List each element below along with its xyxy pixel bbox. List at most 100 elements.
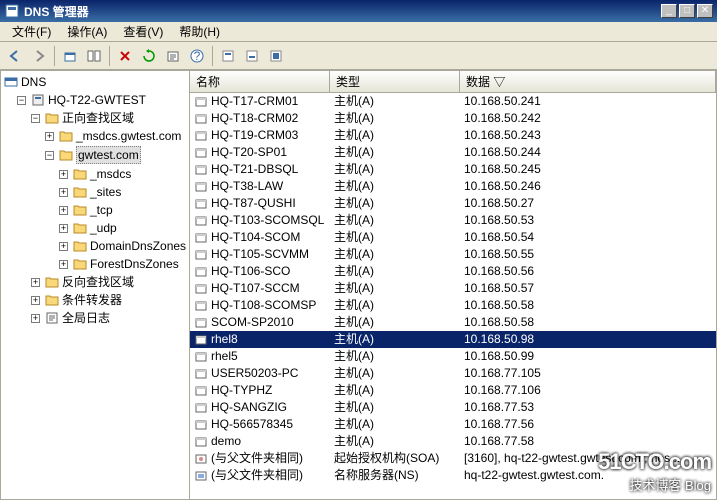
record-data: 10.168.50.53 bbox=[460, 212, 716, 229]
tree-pane[interactable]: DNS − HQ-T22-GWTEST bbox=[0, 70, 190, 500]
record-icon bbox=[194, 401, 208, 415]
expand-icon[interactable]: + bbox=[31, 296, 40, 305]
refresh-button[interactable] bbox=[138, 45, 160, 67]
record-row[interactable]: HQ-T108-SCOMSP主机(A)10.168.50.58 bbox=[190, 297, 716, 314]
tree-root-dns[interactable]: DNS bbox=[3, 73, 189, 91]
forward-button[interactable] bbox=[28, 45, 50, 67]
record-row[interactable]: HQ-T38-LAW主机(A)10.168.50.246 bbox=[190, 178, 716, 195]
record-type: 主机(A) bbox=[330, 263, 460, 280]
filter-button-3[interactable] bbox=[265, 45, 287, 67]
list-pane[interactable]: 名称 类型 数据 ▽ HQ-T17-CRM01主机(A)10.168.50.24… bbox=[190, 70, 717, 500]
maximize-button[interactable]: □ bbox=[679, 4, 695, 18]
filter-button-1[interactable] bbox=[217, 45, 239, 67]
record-row[interactable]: rhel5主机(A)10.168.50.99 bbox=[190, 348, 716, 365]
column-type[interactable]: 类型 bbox=[330, 71, 460, 92]
folder-icon bbox=[72, 202, 88, 218]
server-icon bbox=[30, 92, 46, 108]
collapse-icon[interactable]: − bbox=[31, 114, 40, 123]
record-row[interactable]: HQ-T106-SCO主机(A)10.168.50.56 bbox=[190, 263, 716, 280]
expand-icon[interactable]: + bbox=[59, 206, 68, 215]
record-data: 10.168.50.244 bbox=[460, 144, 716, 161]
record-type: 主机(A) bbox=[330, 161, 460, 178]
tree-sub-domainzones[interactable]: +DomainDnsZones bbox=[59, 237, 189, 255]
minimize-button[interactable]: _ bbox=[661, 4, 677, 18]
record-row[interactable]: HQ-T18-CRM02主机(A)10.168.50.242 bbox=[190, 110, 716, 127]
record-row[interactable]: HQ-T17-CRM01主机(A)10.168.50.241 bbox=[190, 93, 716, 110]
collapse-icon[interactable]: − bbox=[45, 151, 54, 160]
expand-icon[interactable]: + bbox=[31, 278, 40, 287]
record-data: 10.168.50.56 bbox=[460, 263, 716, 280]
tree-sub-msdcs[interactable]: +_msdcs bbox=[59, 165, 189, 183]
tree-forward-zones[interactable]: − 正向查找区域 bbox=[31, 109, 189, 127]
tree-sub-forestzones[interactable]: +ForestDnsZones bbox=[59, 255, 189, 273]
record-row[interactable]: HQ-T21-DBSQL主机(A)10.168.50.245 bbox=[190, 161, 716, 178]
app-icon bbox=[4, 3, 20, 19]
close-button[interactable]: ✕ bbox=[697, 4, 713, 18]
delete-button[interactable] bbox=[114, 45, 136, 67]
record-name: SCOM-SP2010 bbox=[211, 314, 294, 331]
record-icon bbox=[194, 112, 208, 126]
column-data[interactable]: 数据 ▽ bbox=[460, 71, 716, 92]
menu-view[interactable]: 查看(V) bbox=[115, 21, 171, 42]
record-icon bbox=[194, 299, 208, 313]
expand-icon[interactable]: + bbox=[59, 188, 68, 197]
record-icon bbox=[194, 163, 208, 177]
tree-server[interactable]: − HQ-T22-GWTEST bbox=[17, 91, 189, 109]
show-hide-button[interactable] bbox=[83, 45, 105, 67]
tree-global-logs[interactable]: +全局日志 bbox=[31, 309, 189, 327]
menu-file[interactable]: 文件(F) bbox=[4, 21, 59, 42]
record-name: HQ-T38-LAW bbox=[211, 178, 283, 195]
record-row[interactable]: HQ-T103-SCOMSQL主机(A)10.168.50.53 bbox=[190, 212, 716, 229]
record-row[interactable]: rhel8主机(A)10.168.50.98 bbox=[190, 331, 716, 348]
menu-bar: 文件(F) 操作(A) 查看(V) 帮助(H) bbox=[0, 22, 717, 42]
expand-icon[interactable]: + bbox=[45, 132, 54, 141]
help-button[interactable]: ? bbox=[186, 45, 208, 67]
collapse-icon[interactable]: − bbox=[17, 96, 26, 105]
column-name[interactable]: 名称 bbox=[190, 71, 330, 92]
export-button[interactable] bbox=[162, 45, 184, 67]
record-icon bbox=[194, 452, 208, 466]
up-button[interactable] bbox=[59, 45, 81, 67]
record-type: 主机(A) bbox=[330, 127, 460, 144]
tree-reverse-zones[interactable]: +反向查找区域 bbox=[31, 273, 189, 291]
expand-icon[interactable]: + bbox=[59, 170, 68, 179]
record-data: 10.168.77.106 bbox=[460, 382, 716, 399]
record-row[interactable]: demo主机(A)10.168.77.58 bbox=[190, 433, 716, 450]
tree-msdcs-zone[interactable]: + _msdcs.gwtest.com bbox=[45, 127, 189, 145]
expand-icon[interactable]: + bbox=[59, 224, 68, 233]
menu-help[interactable]: 帮助(H) bbox=[171, 21, 228, 42]
filter-button-2[interactable] bbox=[241, 45, 263, 67]
folder-icon bbox=[44, 274, 60, 290]
record-data: 10.168.50.54 bbox=[460, 229, 716, 246]
record-row[interactable]: SCOM-SP2010主机(A)10.168.50.58 bbox=[190, 314, 716, 331]
record-row[interactable]: HQ-T19-CRM03主机(A)10.168.50.243 bbox=[190, 127, 716, 144]
expand-icon[interactable]: + bbox=[31, 314, 40, 323]
record-name: HQ-T17-CRM01 bbox=[211, 93, 298, 110]
record-data: 10.168.50.27 bbox=[460, 195, 716, 212]
record-row[interactable]: HQ-T107-SCCM主机(A)10.168.50.57 bbox=[190, 280, 716, 297]
tree-sub-udp[interactable]: +_udp bbox=[59, 219, 189, 237]
tree-sub-sites[interactable]: +_sites bbox=[59, 183, 189, 201]
record-row[interactable]: HQ-566578345主机(A)10.168.77.56 bbox=[190, 416, 716, 433]
record-type: 名称服务器(NS) bbox=[330, 467, 460, 484]
record-row[interactable]: HQ-T104-SCOM主机(A)10.168.50.54 bbox=[190, 229, 716, 246]
tree-zone-gwtest[interactable]: − gwtest.com bbox=[45, 145, 189, 165]
menu-action[interactable]: 操作(A) bbox=[59, 21, 115, 42]
record-name: HQ-T104-SCOM bbox=[211, 229, 300, 246]
record-name: (与父文件夹相同) bbox=[211, 467, 303, 484]
record-row[interactable]: HQ-T87-QUSHI主机(A)10.168.50.27 bbox=[190, 195, 716, 212]
expand-icon[interactable]: + bbox=[59, 260, 68, 269]
record-row[interactable]: HQ-T105-SCVMM主机(A)10.168.50.55 bbox=[190, 246, 716, 263]
record-row[interactable]: HQ-T20-SP01主机(A)10.168.50.244 bbox=[190, 144, 716, 161]
record-icon bbox=[194, 248, 208, 262]
back-button[interactable] bbox=[4, 45, 26, 67]
record-type: 主机(A) bbox=[330, 297, 460, 314]
record-row[interactable]: HQ-SANGZIG主机(A)10.168.77.53 bbox=[190, 399, 716, 416]
folder-icon bbox=[44, 292, 60, 308]
expand-icon[interactable]: + bbox=[59, 242, 68, 251]
record-row[interactable]: USER50203-PC主机(A)10.168.77.105 bbox=[190, 365, 716, 382]
record-type: 主机(A) bbox=[330, 178, 460, 195]
tree-conditional-forwarders[interactable]: +条件转发器 bbox=[31, 291, 189, 309]
record-row[interactable]: HQ-TYPHZ主机(A)10.168.77.106 bbox=[190, 382, 716, 399]
tree-sub-tcp[interactable]: +_tcp bbox=[59, 201, 189, 219]
